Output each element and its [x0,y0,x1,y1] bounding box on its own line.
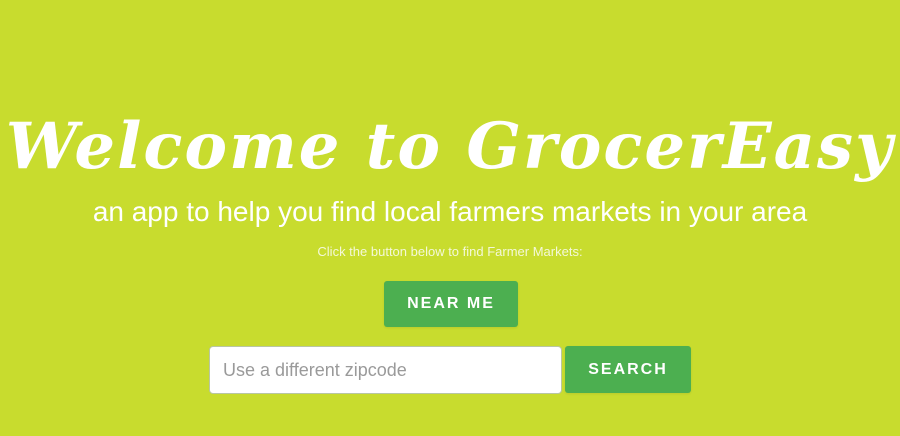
search-button[interactable]: SEARCH [565,346,691,393]
near-me-button[interactable]: NEAR ME [384,281,518,327]
page-title: Welcome to GrocerEasy [5,108,895,184]
instruction-text: Click the button below to find Farmer Ma… [317,244,583,259]
hero-section: Welcome to GrocerEasy an app to help you… [0,0,900,436]
zipcode-input[interactable] [209,346,562,394]
page-subtitle: an app to help you find local farmers ma… [92,196,808,227]
